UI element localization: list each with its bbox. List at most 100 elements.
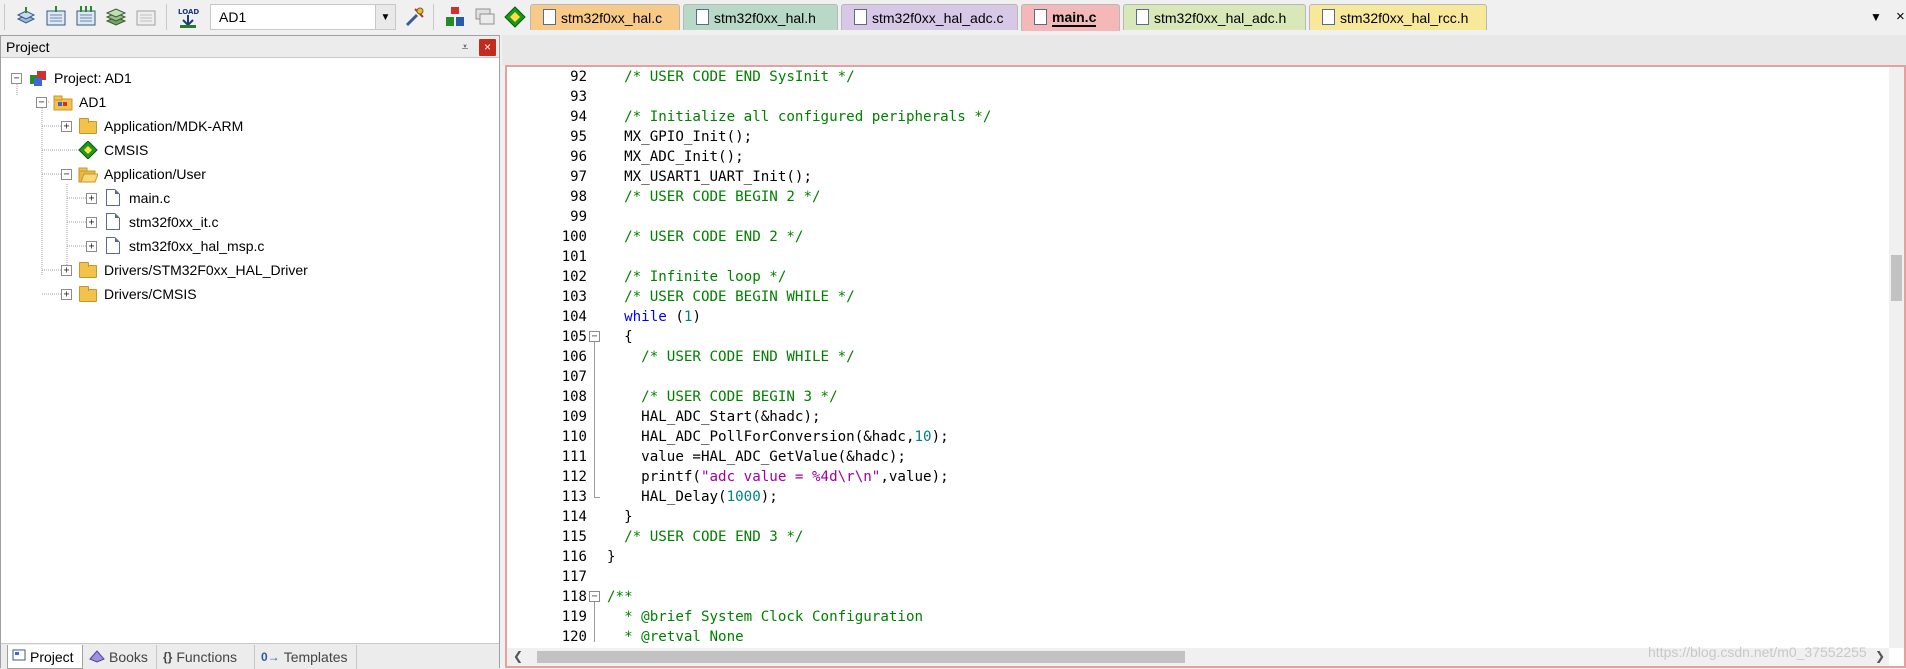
expand-icon[interactable]: +	[86, 216, 97, 228]
tab-books[interactable]: Books	[85, 645, 157, 669]
code-line[interactable]: MX_GPIO_Init();	[607, 127, 752, 147]
tree-item-application-mdk-arm[interactable]: + Application/MDK-ARM	[61, 114, 243, 138]
code-line[interactable]: HAL_ADC_PollForConversion(&hadc,10);	[607, 427, 949, 447]
code-line[interactable]: /* USER CODE END 2 */	[607, 227, 803, 247]
code-line[interactable]: value =HAL_ADC_GetValue(&hadc);	[607, 447, 906, 467]
expand-icon[interactable]: +	[86, 192, 97, 204]
fold-margin	[590, 67, 606, 648]
code-area[interactable]: /* USER CODE END SysInit */ /* Initializ…	[607, 67, 1867, 648]
chevron-down-icon[interactable]: ▼	[375, 5, 395, 29]
tab-main-c[interactable]: main.c	[1021, 4, 1120, 31]
file-icon	[696, 9, 709, 25]
tab-label: stm32f0xx_hal.c	[561, 9, 663, 26]
code-line[interactable]: }	[607, 547, 616, 567]
tree-item-stm32f0xx-hal-msp-c[interactable]: + stm32f0xx_hal_msp.c	[86, 234, 264, 258]
collapse-icon[interactable]: −	[36, 96, 47, 108]
tree-item-stm32f0xx-it-c[interactable]: + stm32f0xx_it.c	[86, 210, 218, 234]
close-tab-icon[interactable]: ×	[1896, 8, 1905, 25]
fold-toggle-icon[interactable]: −	[589, 331, 600, 342]
scroll-left-icon[interactable]: ❮	[513, 649, 523, 663]
file-icon	[103, 237, 123, 255]
expand-icon[interactable]: +	[61, 120, 72, 132]
tree-item-application-user[interactable]: − Application/User	[61, 162, 206, 186]
code-line[interactable]: HAL_ADC_Start(&hadc);	[607, 407, 820, 427]
tab-project[interactable]: Project	[7, 645, 83, 669]
tab-stm32f0xx-hal-c[interactable]: stm32f0xx_hal.c	[530, 4, 680, 30]
panel-title: Project	[6, 39, 50, 55]
expand-icon[interactable]: +	[61, 264, 72, 276]
panel-bottom-tabs: Project Books {} Functions 0→ Templates	[1, 643, 499, 669]
vertical-scrollbar[interactable]	[1889, 67, 1904, 648]
line-number: 119	[561, 609, 587, 625]
tree-item-label: CMSIS	[104, 142, 149, 158]
toolbar-grip	[4, 4, 5, 30]
horizontal-scrollbar-thumb[interactable]	[537, 651, 1185, 663]
tab-functions[interactable]: {} Functions	[159, 645, 255, 669]
code-line[interactable]: * @brief System Clock Configuration	[607, 607, 923, 627]
rebuild-icon[interactable]	[74, 5, 98, 29]
stop-build-icon[interactable]	[134, 5, 158, 29]
tab-stm32f0xx-hal-h[interactable]: stm32f0xx_hal.h	[683, 4, 838, 30]
collapse-icon[interactable]: −	[61, 168, 72, 180]
code-line[interactable]: MX_ADC_Init();	[607, 147, 744, 167]
line-number: 110	[561, 429, 587, 445]
editor-tab-bar	[502, 35, 1906, 65]
code-line[interactable]: }	[607, 507, 633, 527]
pin-icon[interactable]: ⩡	[457, 39, 473, 55]
code-line[interactable]: while (1)	[607, 307, 701, 327]
select-packs-icon[interactable]	[473, 5, 497, 29]
expand-icon[interactable]: +	[61, 288, 72, 300]
file-icon	[543, 9, 556, 25]
code-line[interactable]: {	[607, 327, 633, 347]
fold-end-marker	[594, 497, 600, 498]
code-line[interactable]: /* USER CODE BEGIN 2 */	[607, 187, 820, 207]
fold-toggle-icon[interactable]: −	[589, 591, 600, 602]
translate-icon[interactable]	[14, 5, 38, 29]
file-icon	[1034, 9, 1047, 25]
code-line[interactable]: HAL_Delay(1000);	[607, 487, 778, 507]
code-line[interactable]: /* USER CODE END WHILE */	[607, 347, 855, 367]
code-line[interactable]: /* USER CODE END SysInit */	[607, 67, 855, 87]
tree-item-project[interactable]: − Project: AD1	[11, 66, 132, 90]
tab-list-dropdown-icon[interactable]: ▼	[1870, 10, 1882, 24]
batch-build-icon[interactable]	[104, 5, 128, 29]
code-line[interactable]: /* Initialize all configured peripherals…	[607, 107, 991, 127]
tab-stm32f0xx-hal-rcc-h[interactable]: stm32f0xx_hal_rcc.h	[1309, 4, 1487, 30]
scroll-right-icon[interactable]: ❯	[1875, 649, 1885, 663]
tree-item-drivers-hal[interactable]: + Drivers/STM32F0xx_HAL_Driver	[61, 258, 308, 282]
load-icon[interactable]: LOAD	[176, 5, 200, 29]
code-line[interactable]: printf("adc value = %4d\r\n",value);	[607, 467, 949, 487]
tree-item-main-c[interactable]: + main.c	[86, 186, 170, 210]
code-line[interactable]: /* Infinite loop */	[607, 267, 786, 287]
line-number: 97	[570, 169, 587, 185]
tab-templates[interactable]: 0→ Templates	[257, 645, 357, 669]
code-line[interactable]: * @retval None	[607, 627, 744, 647]
tree-item-drivers-cmsis[interactable]: + Drivers/CMSIS	[61, 282, 197, 306]
code-editor[interactable]: 92 93 94 95 96 97 98 99 100 101 102 103 104 105 106 107…	[505, 65, 1906, 668]
project-icon	[28, 69, 48, 87]
tree-item-label: main.c	[129, 190, 171, 206]
tab-stm32f0xx-hal-adc-h[interactable]: stm32f0xx_hal_adc.h	[1123, 4, 1306, 30]
collapse-icon[interactable]: −	[11, 72, 22, 84]
code-line[interactable]: /* USER CODE BEGIN 3 */	[607, 387, 837, 407]
code-line[interactable]: /* USER CODE BEGIN WHILE */	[607, 287, 855, 307]
options-for-target-icon[interactable]	[403, 5, 427, 29]
code-line[interactable]: MX_USART1_UART_Init();	[607, 167, 812, 187]
manage-project-items-icon[interactable]	[443, 5, 467, 29]
watermark: https://blog.csdn.net/m0_37552255	[1648, 644, 1867, 660]
manage-runtime-icon[interactable]	[503, 5, 527, 29]
line-number: 115	[561, 529, 587, 545]
close-panel-button[interactable]: ×	[479, 39, 496, 56]
code-line[interactable]: /* USER CODE END 3 */	[607, 527, 803, 547]
target-select[interactable]: AD1 ▼	[210, 4, 396, 30]
expand-icon[interactable]: +	[86, 240, 97, 252]
build-icon[interactable]	[44, 5, 68, 29]
tree-item-cmsis[interactable]: CMSIS	[61, 138, 148, 162]
vertical-scrollbar-thumb[interactable]	[1891, 255, 1902, 301]
tab-stm32f0xx-hal-adc-c[interactable]: stm32f0xx_hal_adc.c	[841, 4, 1018, 30]
tree-item-target[interactable]: − AD1	[36, 90, 106, 114]
tree-item-label: Drivers/STM32F0xx_HAL_Driver	[104, 262, 308, 278]
line-number: 112	[561, 469, 587, 485]
tree-item-label: Project: AD1	[54, 70, 132, 86]
code-line[interactable]: /**	[607, 587, 633, 607]
